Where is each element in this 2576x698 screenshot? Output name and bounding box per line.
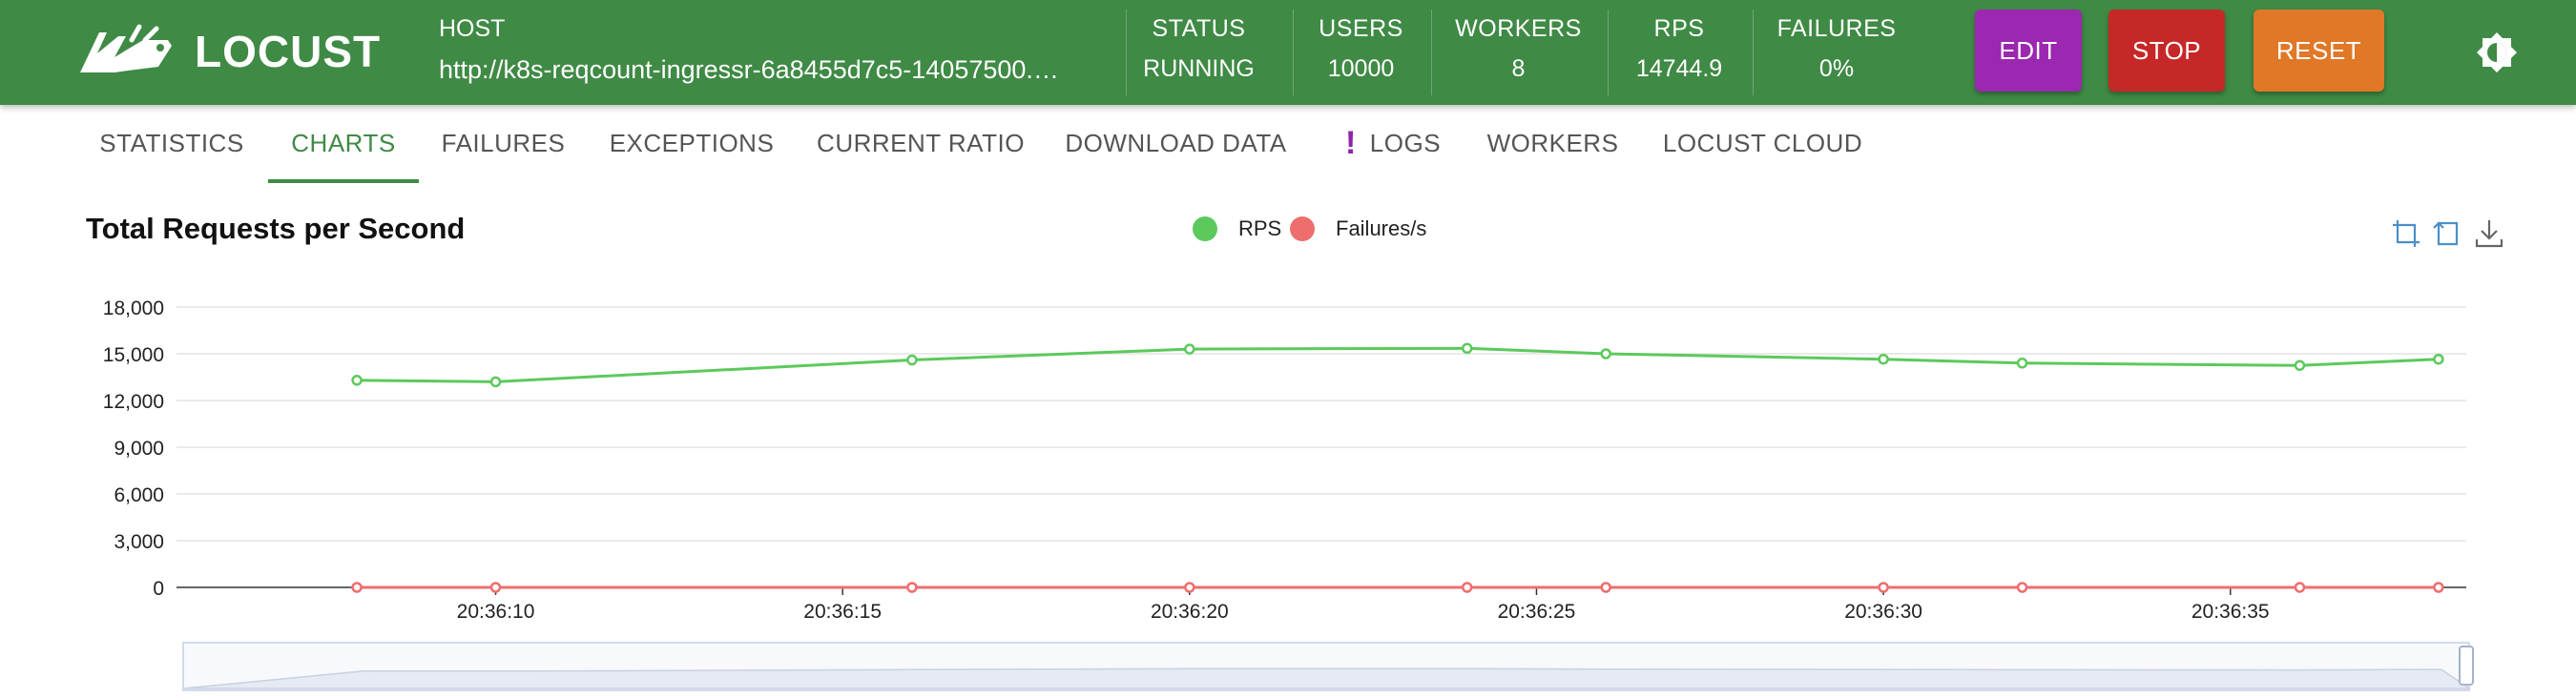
zoom-slider-handle[interactable]	[2459, 646, 2474, 686]
failures-point[interactable]	[1461, 582, 1473, 593]
x-tick-label: 20:36:10	[457, 601, 535, 623]
zoom-slider-preview	[182, 667, 2472, 689]
rps-point[interactable]	[2433, 353, 2444, 365]
failures-point[interactable]	[906, 582, 918, 593]
rps-chart: 0 3,000 6,000 9,000 12,000 15,000 18,000 20:36…	[103, 298, 2474, 691]
failures-point[interactable]	[1878, 582, 1889, 593]
x-tick-label: 20:36:20	[1151, 601, 1229, 623]
rps-point[interactable]	[1878, 353, 1889, 365]
failures-point[interactable]	[1600, 582, 1611, 593]
y-tick-label: 18,000	[103, 298, 164, 319]
rps-point[interactable]	[1184, 343, 1195, 355]
y-tick-label: 12,000	[103, 391, 164, 413]
x-axis-ticks: 20:36:10 20:36:15 20:36:20 20:36:25 20:36:30…	[457, 587, 2270, 623]
y-axis-ticks: 0 3,000 6,000 9,000 12,000 15,000 18,000	[103, 298, 164, 600]
failures-point[interactable]	[1184, 582, 1195, 593]
rps-point[interactable]	[906, 354, 918, 366]
data-zoom-slider[interactable]	[182, 642, 2474, 691]
failures-point[interactable]	[2016, 582, 2028, 593]
y-tick-label: 9,000	[114, 438, 164, 460]
y-tick-label: 0	[153, 578, 164, 600]
y-tick-label: 15,000	[103, 344, 164, 366]
rps-point[interactable]	[2294, 359, 2306, 371]
rps-point[interactable]	[351, 375, 363, 386]
x-tick-label: 20:36:35	[2192, 601, 2270, 623]
failures-point[interactable]	[2294, 582, 2306, 593]
rps-point[interactable]	[1600, 348, 1611, 359]
rps-point[interactable]	[2016, 358, 2028, 369]
x-tick-label: 20:36:25	[1498, 601, 1576, 623]
failures-point[interactable]	[351, 582, 363, 593]
chart-series	[351, 342, 2444, 593]
failures-point[interactable]	[2433, 582, 2444, 593]
x-tick-label: 20:36:15	[803, 601, 882, 623]
rps-point[interactable]	[1461, 342, 1473, 355]
chart-grid	[177, 306, 2466, 542]
rps-point[interactable]	[489, 376, 502, 388]
failures-point[interactable]	[489, 582, 502, 593]
y-tick-label: 3,000	[114, 531, 164, 553]
y-tick-label: 6,000	[114, 484, 164, 506]
x-tick-label: 20:36:30	[1844, 601, 1922, 623]
